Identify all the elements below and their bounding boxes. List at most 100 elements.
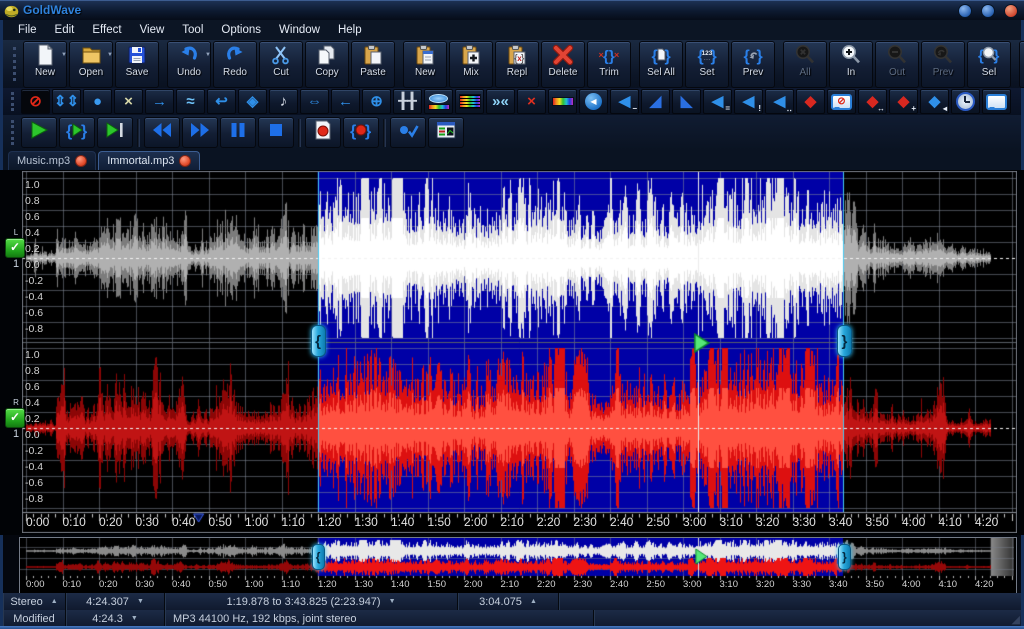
play-button[interactable] — [21, 117, 57, 148]
menu-options[interactable]: Options — [212, 22, 270, 38]
volume-reduce-icon: ◀ — [619, 94, 631, 109]
new-button[interactable]: New▼ — [23, 41, 67, 88]
fade-in-button[interactable]: ◢ — [641, 89, 670, 114]
menu-file[interactable]: File — [9, 22, 46, 38]
length-short-cell[interactable]: 4:24.3▼ — [66, 610, 165, 627]
dropdown-arrow-icon[interactable]: ▼ — [107, 52, 113, 58]
expand-button[interactable]: ⇔ — [300, 89, 329, 114]
overview-selection-end-handle[interactable]: } — [838, 544, 851, 570]
overview-selection-start-handle[interactable]: { — [312, 544, 325, 570]
cut-button[interactable]: Cut — [259, 41, 303, 88]
spectrum-bar-button[interactable] — [548, 89, 577, 114]
sphere-button[interactable]: ● — [83, 89, 112, 114]
bend-arrow-button[interactable]: → — [145, 89, 174, 114]
shape-volume-button[interactable]: ◀‥ — [765, 89, 794, 114]
selection-cell[interactable]: 1:19.878 to 3:43.825 (2:23.947)▼ — [165, 593, 458, 610]
pan-button[interactable]: ◆ — [796, 89, 825, 114]
control-properties-button[interactable] — [428, 117, 464, 148]
volume-button[interactable]: ◀ — [579, 89, 608, 114]
paste-new-button[interactable]: New — [403, 41, 447, 88]
mix-button[interactable]: Mix — [449, 41, 493, 88]
channel-l-enable-button[interactable]: ✓ — [5, 238, 25, 258]
match-volume-button[interactable]: ◀= — [703, 89, 732, 114]
adjust-updown-button[interactable]: ⇕⇕ — [52, 89, 81, 114]
selection-start-handle[interactable]: { — [311, 325, 326, 357]
title-bar[interactable]: GoldWave — [0, 0, 1024, 20]
length-cell[interactable]: 4:24.307▼ — [66, 593, 165, 610]
noise-reduction-button[interactable]: ⊘ — [827, 89, 856, 114]
resize-grip[interactable]: ◢ — [1012, 613, 1020, 626]
position-cell[interactable]: 3:04.075▲ — [458, 593, 559, 610]
redo-button[interactable]: Redo — [213, 41, 257, 88]
sliders-button[interactable]: ╂╂ — [393, 89, 422, 114]
trim-button[interactable]: {}××Trim — [587, 41, 631, 88]
stereo-pan-button[interactable]: ◆↔ — [858, 89, 887, 114]
zoom-out-button-label: Out — [889, 67, 905, 78]
menu-window[interactable]: Window — [270, 22, 329, 38]
replace-button[interactable]: {x}Repl — [495, 41, 539, 88]
copy-button[interactable]: Copy — [305, 41, 349, 88]
previous-selection-button[interactable]: {}Prev — [731, 41, 775, 88]
minimize-button[interactable] — [958, 4, 972, 18]
document-tab-bar: Music.mp3Immortal.mp3 — [3, 150, 1021, 170]
delete-button[interactable]: Delete — [541, 41, 585, 88]
close-button[interactable] — [1004, 4, 1018, 18]
pause-button[interactable] — [220, 117, 256, 148]
tab-music[interactable]: Music.mp3 — [8, 151, 96, 170]
volume-reduce-button[interactable]: ◀− — [610, 89, 639, 114]
censor-button[interactable]: × — [517, 89, 546, 114]
speed-circle-button[interactable]: ⊕ — [362, 89, 391, 114]
play-from-button[interactable] — [97, 117, 133, 148]
stop-button[interactable] — [258, 117, 294, 148]
open-button[interactable]: Open▼ — [69, 41, 113, 88]
menu-edit[interactable]: Edit — [46, 22, 84, 38]
maximize-volume-button[interactable]: ◀! — [734, 89, 763, 114]
center-channel-button[interactable]: ◆+ — [889, 89, 918, 114]
menu-tool[interactable]: Tool — [173, 22, 212, 38]
reverse-button[interactable]: ↩ — [207, 89, 236, 114]
interpolate-button[interactable]: »« — [486, 89, 515, 114]
fade-out-button[interactable]: ◣ — [672, 89, 701, 114]
waveform-canvas[interactable] — [22, 171, 1017, 533]
tab-immortal[interactable]: Immortal.mp3 — [98, 151, 200, 170]
amplitude-label: 0.0 — [25, 259, 40, 271]
zoom-in-button[interactable]: In — [829, 41, 873, 88]
flange-button[interactable]: ◈ — [238, 89, 267, 114]
play-bar-icon — [104, 119, 126, 146]
set-selection-button[interactable]: {}123…Set — [685, 41, 729, 88]
channel-mode-cell[interactable]: Stereo▲ — [3, 593, 66, 610]
menu-view[interactable]: View — [131, 22, 174, 38]
paste-button[interactable]: Paste — [351, 41, 395, 88]
undo-button[interactable]: Undo▼ — [167, 41, 211, 88]
spectrum-pixels-button[interactable] — [455, 89, 484, 114]
overview-strip[interactable]: 0:000:100:200:300:400:501:001:101:201:30… — [19, 537, 1017, 594]
monitor-button[interactable] — [390, 117, 426, 148]
fast-forward-button[interactable] — [182, 117, 218, 148]
dropdown-arrow-icon[interactable]: ▼ — [61, 52, 67, 58]
maximize-button[interactable] — [981, 4, 995, 18]
disable-button[interactable]: ⊘ — [21, 89, 50, 114]
menu-help[interactable]: Help — [329, 22, 371, 38]
zoom-selection-button[interactable]: {}Sel — [967, 41, 1011, 88]
copy-button-label: Copy — [315, 67, 338, 78]
select-all-button[interactable]: {}Sel All — [639, 41, 683, 88]
rewind-button[interactable] — [144, 117, 180, 148]
save-button[interactable]: Save — [115, 41, 159, 88]
stereo-view-button[interactable]: ◆◂ — [920, 89, 949, 114]
arrow-left-button[interactable]: ← — [331, 89, 360, 114]
time-clock-button[interactable] — [951, 89, 980, 114]
record-selection-button[interactable]: {} — [343, 117, 379, 148]
music-note-button[interactable]: ♪ — [269, 89, 298, 114]
selection-end-handle[interactable]: } — [837, 325, 852, 357]
play-selection-button[interactable]: {} — [59, 117, 95, 148]
wave-button[interactable]: ≈ — [176, 89, 205, 114]
cues-button[interactable]: Cues — [1019, 41, 1024, 88]
menu-effect[interactable]: Effect — [83, 22, 130, 38]
record-button[interactable] — [305, 117, 341, 148]
comment-bubble-button[interactable] — [982, 89, 1011, 114]
filter-oval-button[interactable] — [424, 89, 453, 114]
crossed-lines-button[interactable]: × — [114, 89, 143, 114]
channel-r-enable-button[interactable]: ✓ — [5, 408, 25, 428]
arrow-left-icon: ← — [338, 94, 353, 109]
dropdown-arrow-icon[interactable]: ▼ — [205, 52, 211, 58]
